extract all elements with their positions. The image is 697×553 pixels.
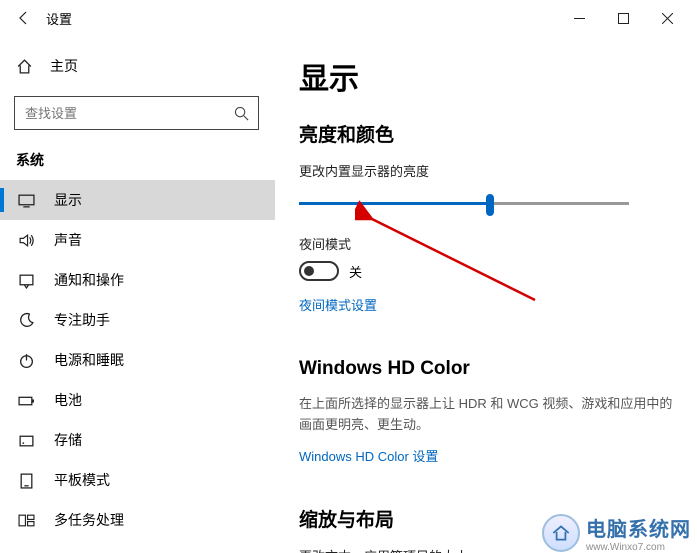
sidebar-item-label: 显示 (54, 190, 82, 210)
night-light-toggle[interactable] (299, 261, 339, 281)
sidebar-item-multitask[interactable]: 多任务处理 (0, 500, 275, 540)
page-title: 显示 (299, 54, 673, 98)
window-title: 设置 (46, 9, 72, 28)
search-icon (224, 106, 258, 121)
search-input-container[interactable] (14, 96, 259, 130)
watermark-logo-icon (542, 514, 580, 552)
sidebar-item-label: 专注助手 (54, 310, 110, 330)
sidebar-item-notifications[interactable]: 通知和操作 (0, 260, 275, 300)
sidebar-item-label: 电池 (54, 390, 82, 410)
home-link[interactable]: 主页 (0, 46, 275, 86)
focus-icon (16, 312, 36, 329)
toggle-state-label: 关 (349, 262, 362, 281)
content-pane: 显示 亮度和颜色 更改内置显示器的亮度 夜间模式 关 夜间模式设置 Window… (275, 36, 697, 553)
display-icon (16, 192, 36, 209)
sidebar-item-tablet[interactable]: 平板模式 (0, 460, 275, 500)
multitask-icon (16, 512, 36, 529)
watermark-text: 电脑系统网 (586, 513, 691, 542)
storage-icon (16, 432, 36, 449)
slider-thumb[interactable] (486, 194, 494, 216)
sidebar-item-storage[interactable]: 存储 (0, 420, 275, 460)
sidebar-item-label: 电源和睡眠 (54, 350, 124, 370)
sidebar-item-label: 声音 (54, 230, 82, 250)
brightness-slider[interactable] (299, 192, 629, 216)
tablet-icon (16, 472, 36, 489)
sound-icon (16, 232, 36, 249)
battery-icon (16, 392, 36, 409)
category-heading: 系统 (0, 144, 275, 180)
home-icon (16, 58, 36, 75)
watermark: 电脑系统网 www.Winxo7.com (542, 513, 691, 553)
sidebar-item-label: 平板模式 (54, 470, 110, 490)
back-button[interactable] (8, 2, 40, 34)
sidebar-item-battery[interactable]: 电池 (0, 380, 275, 420)
sidebar-item-power[interactable]: 电源和睡眠 (0, 340, 275, 380)
watermark-url: www.Winxo7.com (586, 542, 691, 553)
brightness-label: 更改内置显示器的亮度 (299, 161, 673, 180)
night-light-label: 夜间模式 (299, 234, 673, 253)
section-hdcolor-heading: Windows HD Color (299, 358, 673, 380)
sidebar-item-label: 通知和操作 (54, 270, 124, 290)
minimize-button[interactable] (557, 0, 601, 36)
sidebar-item-label: 多任务处理 (54, 510, 124, 530)
power-icon (16, 352, 36, 369)
home-label: 主页 (50, 56, 78, 76)
hdcolor-settings-link[interactable]: Windows HD Color 设置 (299, 446, 438, 465)
sidebar-item-sound[interactable]: 声音 (0, 220, 275, 260)
hdcolor-description: 在上面所选择的显示器上让 HDR 和 WCG 视频、游戏和应用中的画面更明亮、更… (299, 394, 673, 436)
close-button[interactable] (645, 0, 689, 36)
section-brightness-heading: 亮度和颜色 (299, 120, 673, 147)
search-input[interactable] (15, 106, 224, 121)
sidebar-item-label: 存储 (54, 430, 82, 450)
sidebar-item-display[interactable]: 显示 (0, 180, 275, 220)
night-light-settings-link[interactable]: 夜间模式设置 (299, 295, 377, 314)
notif-icon (16, 272, 36, 289)
sidebar-item-focus[interactable]: 专注助手 (0, 300, 275, 340)
maximize-button[interactable] (601, 0, 645, 36)
sidebar: 主页 系统 显示 声音 通知和操作 (0, 36, 275, 553)
